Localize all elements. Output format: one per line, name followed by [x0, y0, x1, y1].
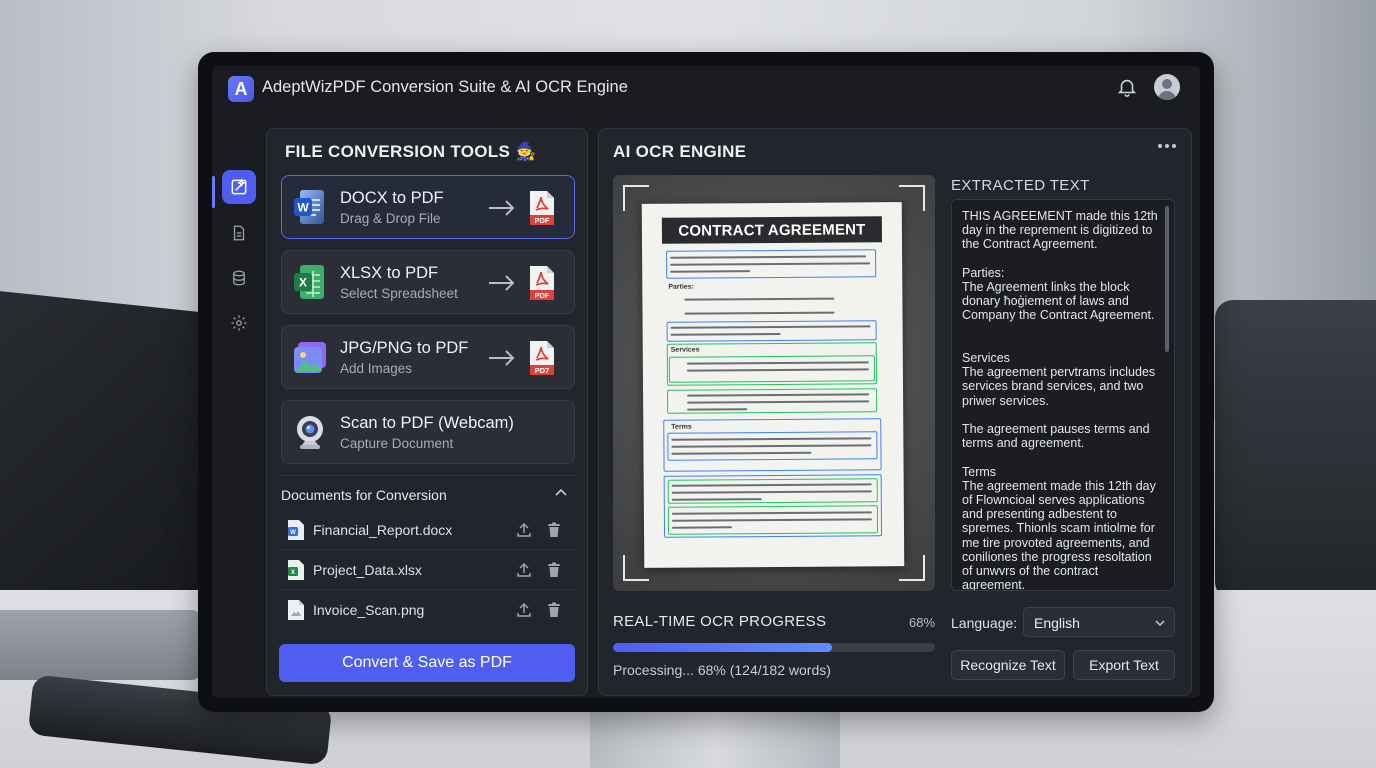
scanned-paper: CONTRACT AGREEMENT Parties: Services Ter… [641, 202, 905, 568]
export-text-button[interactable]: Export Text [1073, 650, 1175, 680]
paper-label: Services [670, 346, 700, 354]
webcam-icon [297, 416, 323, 449]
file-name: Invoice_Scan.png [313, 602, 425, 618]
svg-text:PDF: PDF [535, 216, 550, 225]
arrow-right-icon [489, 350, 515, 366]
divider [281, 589, 575, 590]
tools-heading: FILE CONVERSION TOOLS 🧙 [285, 142, 537, 161]
scan-corner [899, 185, 925, 211]
divider [281, 549, 575, 550]
database-icon [233, 270, 245, 286]
extracted-text-area[interactable]: THIS AGREEMENT made this 12th day in the… [951, 199, 1175, 591]
svg-text:W: W [290, 530, 296, 536]
progress-fill [613, 643, 832, 652]
pdf-file-icon: PDF [530, 266, 554, 300]
app-title: AdeptWizPDF Conversion Suite & AI OCR En… [262, 78, 628, 96]
sidebar-item-documents[interactable] [222, 216, 256, 250]
chevron-down-icon [1155, 620, 1165, 627]
file-conversion-panel: FILE CONVERSION TOOLS 🧙 W DOCX to PDF Dr… [266, 128, 588, 696]
more-options-icon[interactable] [1155, 141, 1179, 151]
arrow-right-icon [489, 200, 515, 216]
paper-label: Terms [671, 423, 692, 431]
word-icon: W [294, 190, 324, 224]
progress-status: Processing... 68% (124/182 words) [613, 662, 831, 678]
ocr-box [666, 320, 877, 342]
paper-title: CONTRACT AGREEMENT [661, 216, 883, 244]
progress-percent: 68% [909, 615, 936, 630]
tool-subtitle: Select Spreadsheet [340, 286, 458, 301]
document-icon [233, 225, 245, 241]
tool-subtitle: Capture Document [340, 436, 454, 451]
convert-save-button[interactable]: Convert & Save as PDF [279, 644, 575, 682]
recognize-text-button[interactable]: Recognize Text [951, 650, 1065, 680]
pdf-file-icon: PD7 [530, 341, 554, 375]
sidebar-item-settings[interactable] [222, 306, 256, 340]
background-laptop-base [0, 610, 200, 680]
extracted-text-content: THIS AGREEMENT made this 12th day in the… [962, 209, 1158, 591]
top-bar: A AdeptWizPDF Conversion Suite & AI OCR … [212, 66, 1200, 110]
trash-icon[interactable] [545, 521, 563, 539]
upload-icon[interactable] [515, 521, 533, 539]
bell-icon[interactable] [1116, 76, 1138, 98]
ocr-heading: AI OCR ENGINE [613, 142, 747, 161]
file-name: Financial_Report.docx [313, 522, 453, 538]
trash-icon[interactable] [545, 601, 563, 619]
document-preview: CONTRACT AGREEMENT Parties: Services Ter… [613, 175, 935, 591]
extracted-text-heading: EXTRACTED TEXT [951, 177, 1090, 194]
divider [281, 475, 575, 476]
wand-icon [231, 178, 247, 195]
sidebar-active-indicator [212, 176, 215, 208]
app-window: A AdeptWizPDF Conversion Suite & AI OCR … [212, 66, 1200, 698]
language-label: Language: [951, 615, 1018, 631]
gear-icon [231, 315, 247, 331]
upload-icon[interactable] [515, 601, 533, 619]
svg-text:PDF: PDF [535, 291, 550, 300]
language-select[interactable]: English [1023, 607, 1175, 637]
sidebar-item-storage[interactable] [222, 261, 256, 295]
tool-card-image[interactable]: JPG/PNG to PDF Add Images PD7 [281, 325, 575, 389]
sidebar-item-convert[interactable] [222, 170, 256, 204]
arrow-right-icon [489, 275, 515, 291]
list-item[interactable]: X Project_Data.xlsx [281, 551, 575, 589]
pdf-file-icon: PDF [530, 191, 554, 225]
tool-subtitle: Drag & Drop File [340, 211, 441, 226]
language-value: English [1034, 615, 1080, 631]
tool-title: DOCX to PDF [340, 189, 444, 207]
file-name: Project_Data.xlsx [313, 562, 422, 578]
svg-text:W: W [297, 201, 309, 215]
paper-label: Parties: [668, 283, 695, 291]
trash-icon[interactable] [545, 561, 563, 579]
tool-card-xlsx[interactable]: X XLSX to PDF Select Spreadsheet PDF [281, 250, 575, 314]
list-item[interactable]: Invoice_Scan.png [281, 591, 575, 629]
upload-icon[interactable] [515, 561, 533, 579]
scrollbar[interactable] [1165, 206, 1169, 352]
xlsx-file-icon: X [288, 560, 304, 580]
tool-subtitle: Add Images [340, 361, 413, 376]
svg-text:PD7: PD7 [535, 366, 550, 375]
image-icon [294, 342, 326, 373]
tool-card-docx[interactable]: W DOCX to PDF Drag & Drop File PDF [281, 175, 575, 239]
sidebar [212, 120, 264, 680]
png-file-icon [288, 600, 304, 620]
tool-title: Scan to PDF (Webcam) [340, 414, 514, 432]
monitor-stand [590, 705, 840, 768]
progress-bar [613, 643, 935, 652]
monitor: A AdeptWizPDF Conversion Suite & AI OCR … [198, 52, 1214, 712]
tool-card-webcam[interactable]: Scan to PDF (Webcam) Capture Document [281, 400, 575, 464]
background-chair [1215, 300, 1376, 600]
list-item[interactable]: W Financial_Report.docx [281, 511, 575, 549]
chevron-up-icon[interactable] [553, 485, 569, 501]
tool-title: JPG/PNG to PDF [340, 339, 469, 357]
ocr-panel: AI OCR ENGINE CONTRACT AGREEMENT Parties… [598, 128, 1192, 696]
excel-icon: X [294, 265, 324, 299]
tool-title: XLSX to PDF [340, 264, 439, 282]
progress-heading: REAL-TIME OCR PROGRESS [613, 613, 827, 630]
docx-file-icon: W [288, 520, 304, 540]
documents-heading: Documents for Conversion [281, 487, 447, 503]
app-logo: A [228, 76, 254, 102]
avatar[interactable] [1154, 74, 1180, 100]
svg-text:X: X [291, 570, 295, 576]
svg-text:X: X [299, 276, 307, 290]
